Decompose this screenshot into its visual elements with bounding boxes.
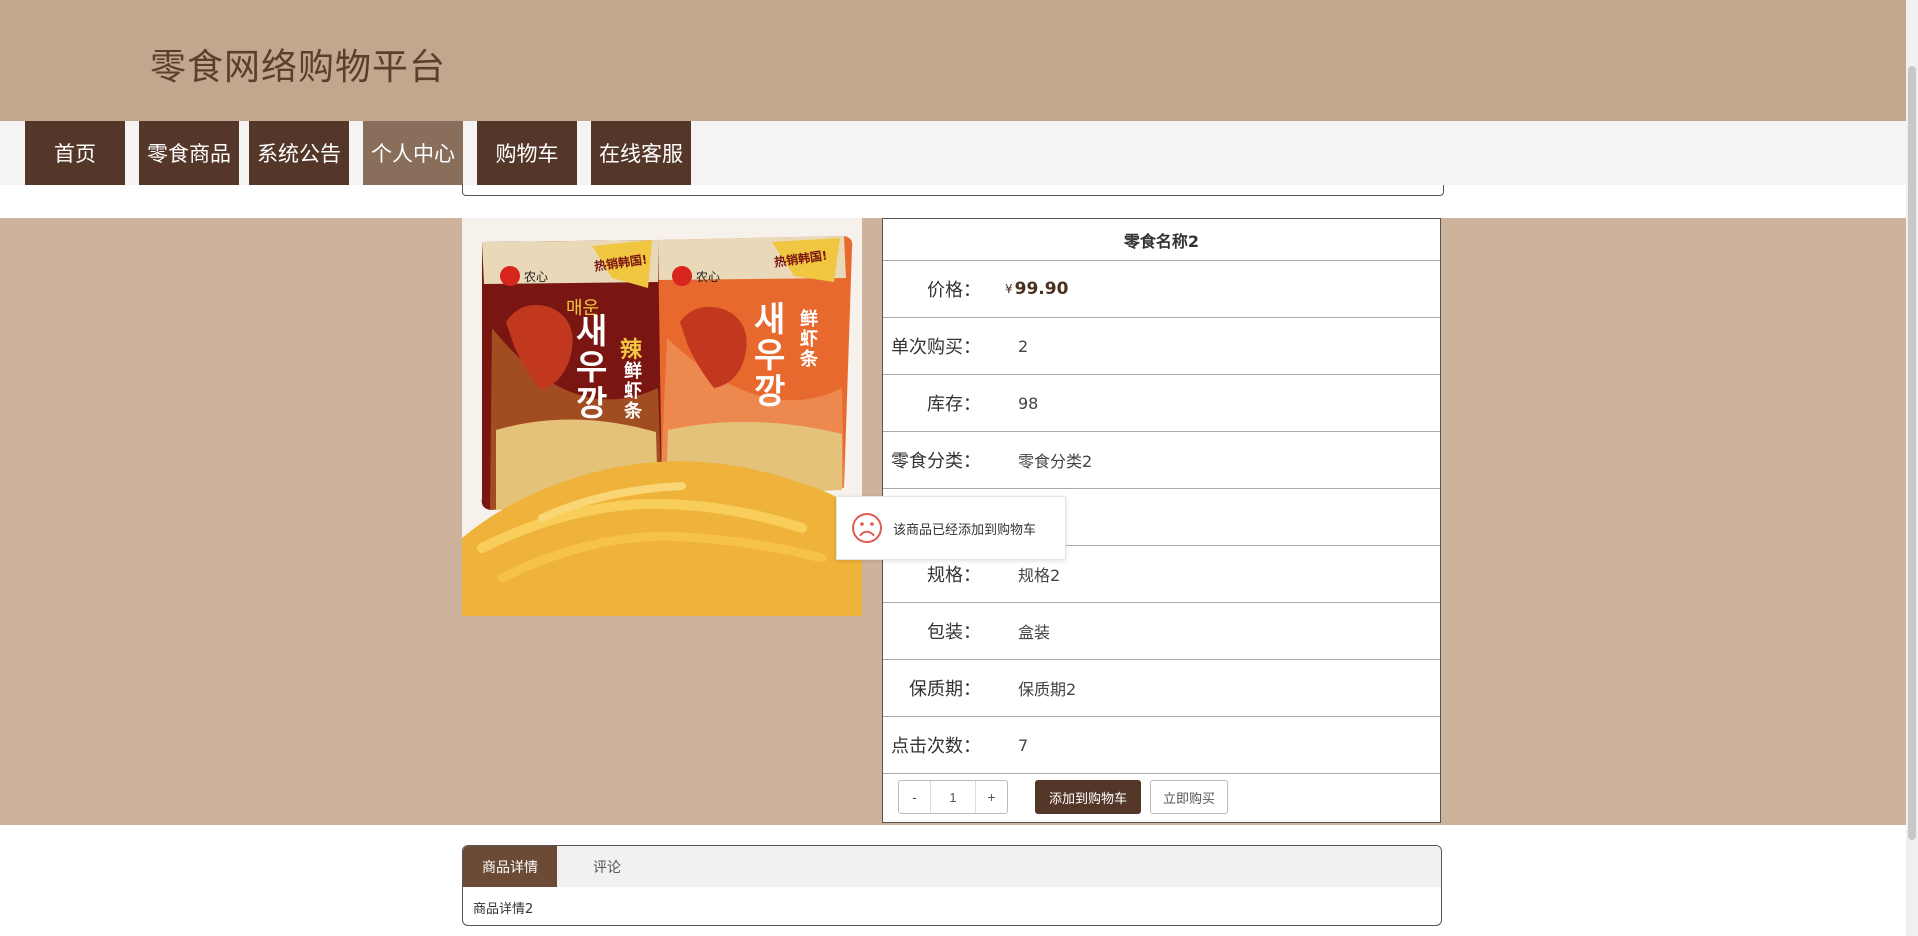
category-value: 零食分类2 bbox=[1018, 452, 1093, 471]
product-image: 热销韩国! 热销韩国! 农心 农心 매운 새우깡 辣 鲜虾条 새우깡 鲜虾条 bbox=[462, 218, 862, 616]
quantity-stepper: - + bbox=[898, 780, 1008, 814]
stock-value: 98 bbox=[1018, 393, 1039, 413]
tabs-header: 商品详情 评论 bbox=[463, 846, 1441, 887]
product-name: 零食名称2 bbox=[883, 219, 1440, 261]
scrollbar-thumb[interactable] bbox=[1908, 66, 1916, 840]
decrease-quantity-button[interactable]: - bbox=[899, 781, 930, 813]
toast-text: 该商品已经添加到购物车 bbox=[893, 522, 1037, 538]
tab-product-details[interactable]: 商品详情 bbox=[463, 846, 557, 887]
sad-face-icon bbox=[852, 513, 882, 543]
nav-item-home[interactable]: 首页 bbox=[25, 121, 125, 185]
stock-label: 库存： bbox=[927, 394, 981, 415]
tab-reviews[interactable]: 评论 bbox=[557, 846, 657, 887]
buy-now-button[interactable]: 立即购买 bbox=[1150, 780, 1228, 814]
price-amount: 99.90 bbox=[1014, 279, 1069, 299]
click-count-row: 点击次数： 7 bbox=[883, 717, 1440, 774]
nav-item-personal-center[interactable]: 个人中心 bbox=[363, 121, 463, 185]
click-count-label: 点击次数： bbox=[891, 736, 981, 757]
packaging-row: 包装： 盒装 bbox=[883, 603, 1440, 660]
purchase-actions: - + 添加到购物车 立即购买 bbox=[883, 774, 1440, 821]
left-pack-korean-label: 새우깡 bbox=[576, 312, 608, 424]
category-row: 零食分类： 零食分类2 bbox=[883, 432, 1440, 489]
tab-content: 商品详情2 bbox=[473, 902, 534, 917]
site-header: 零食网络购物平台 bbox=[0, 0, 1906, 121]
packaging-value: 盒装 bbox=[1018, 623, 1051, 642]
packaging-label: 包装： bbox=[927, 622, 981, 643]
category-label: 零食分类： bbox=[891, 451, 981, 472]
single-purchase-label: 单次购买： bbox=[891, 337, 981, 358]
nav-item-announcements[interactable]: 系统公告 bbox=[249, 121, 349, 185]
currency-symbol: ¥ bbox=[1005, 282, 1013, 296]
click-count-value: 7 bbox=[1018, 735, 1029, 755]
nav-item-cart[interactable]: 购物车 bbox=[477, 121, 577, 185]
left-pack-spicy-label: 辣 bbox=[620, 338, 643, 363]
right-pack-korean-label: 새우깡 bbox=[754, 300, 786, 412]
toast-message: 该商品已经添加到购物车 bbox=[836, 496, 1066, 560]
right-pack-brand: 农心 bbox=[696, 270, 721, 284]
left-pack-brand: 农心 bbox=[524, 270, 549, 284]
site-title: 零食网络购物平台 bbox=[150, 47, 447, 88]
price-value: ¥99.90 bbox=[1005, 261, 1068, 317]
shelf-life-value: 保质期2 bbox=[1018, 680, 1077, 699]
increase-quantity-button[interactable]: + bbox=[976, 781, 1007, 813]
price-label: 价格： bbox=[927, 280, 981, 301]
product-tabs: 商品详情 评论 商品详情2 bbox=[462, 845, 1442, 926]
single-purchase-value: 2 bbox=[1018, 336, 1029, 356]
left-pack-cn-label: 鲜虾条 bbox=[624, 361, 642, 422]
price-row: 价格： ¥99.90 bbox=[883, 261, 1440, 318]
shelf-life-label: 保质期： bbox=[909, 679, 981, 700]
nav-item-customer-service[interactable]: 在线客服 bbox=[591, 121, 691, 185]
quantity-input[interactable] bbox=[930, 781, 976, 813]
stock-row: 库存： 98 bbox=[883, 375, 1440, 432]
right-pack-cn-label: 鲜虾条 bbox=[800, 309, 818, 370]
shelf-life-row: 保质期： 保质期2 bbox=[883, 660, 1440, 717]
add-to-cart-button[interactable]: 添加到购物车 bbox=[1035, 780, 1141, 814]
previous-panel-edge bbox=[462, 185, 1444, 196]
nav-item-snack-products[interactable]: 零食商品 bbox=[139, 121, 239, 185]
single-purchase-row: 单次购买： 2 bbox=[883, 318, 1440, 375]
